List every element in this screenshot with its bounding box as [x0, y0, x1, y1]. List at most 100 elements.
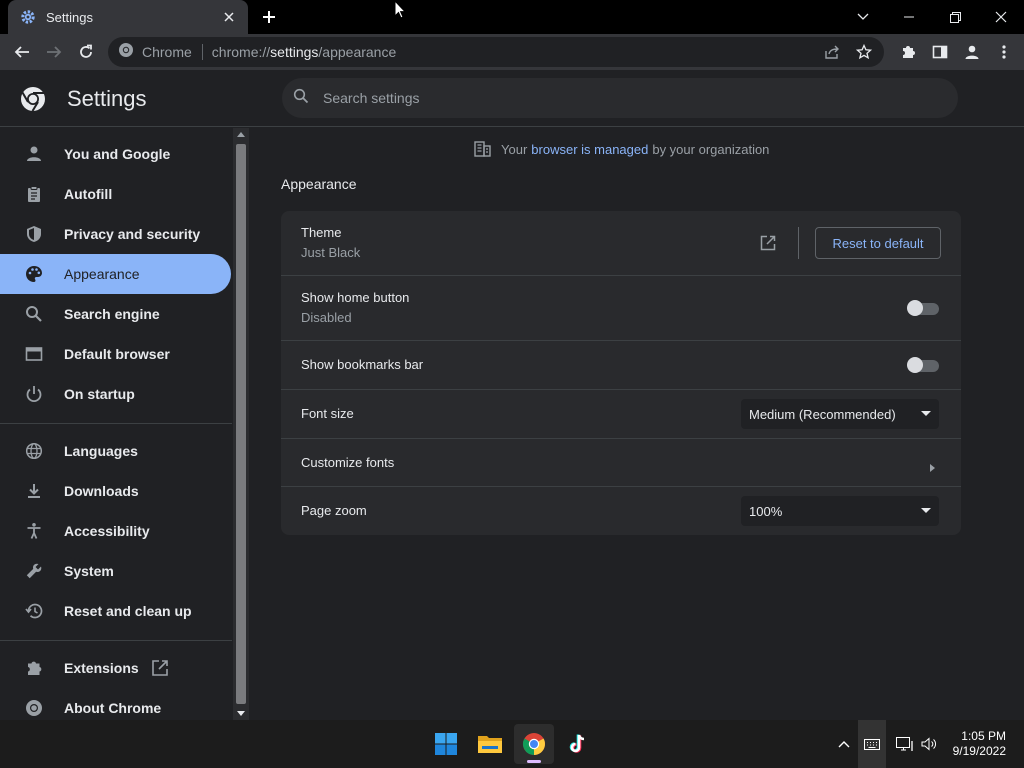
sidebar-item-downloads[interactable]: Downloads	[0, 471, 231, 511]
managed-link[interactable]: browser is managed	[531, 142, 648, 157]
section-title: Appearance	[281, 176, 357, 192]
accessibility-icon	[24, 521, 44, 541]
forward-button[interactable]	[38, 36, 70, 68]
font-size-select[interactable]: Medium (Recommended)	[741, 399, 939, 429]
tiktok-icon[interactable]	[558, 724, 598, 764]
chrome-icon	[24, 698, 44, 718]
url-text[interactable]: chrome://settings/appearance	[212, 44, 396, 60]
chevron-up-icon[interactable]	[834, 720, 854, 768]
back-button[interactable]	[6, 36, 38, 68]
system-clock[interactable]: 1:05 PM 9/19/2022	[953, 729, 1006, 759]
site-chip-label: Chrome	[142, 44, 192, 60]
page-title: Settings	[67, 86, 147, 111]
bookmarks-bar-row[interactable]: Show bookmarks bar	[281, 340, 961, 389]
windows-start-icon[interactable]	[426, 724, 466, 764]
power-icon	[24, 384, 44, 404]
wrench-icon	[24, 561, 44, 581]
gear-icon	[20, 9, 36, 25]
close-window-button[interactable]	[978, 0, 1024, 34]
customize-fonts-row[interactable]: Customize fonts	[281, 438, 961, 486]
volume-icon[interactable]	[918, 720, 940, 768]
keyboard-icon[interactable]	[858, 720, 886, 768]
sidebar-item-privacy-and-security[interactable]: Privacy and security	[0, 214, 231, 254]
minimize-button[interactable]	[886, 0, 932, 34]
profile-avatar-icon[interactable]	[956, 36, 988, 68]
history-icon	[24, 601, 44, 621]
clipboard-icon	[24, 184, 44, 204]
chevron-right-icon	[930, 459, 935, 477]
tab-search-button[interactable]	[840, 0, 886, 34]
page-zoom-row: Page zoom 100%	[281, 486, 961, 535]
extensions-puzzle-icon[interactable]	[892, 36, 924, 68]
search-icon	[24, 304, 44, 324]
home-button-label: Show home button	[301, 290, 410, 305]
search-settings-box[interactable]	[282, 78, 958, 118]
clock-date: 9/19/2022	[952, 744, 1006, 758]
tab-settings[interactable]: Settings	[8, 0, 248, 34]
settings-header: Settings	[0, 70, 1024, 127]
browser-toolbar: Chrome chrome://settings/appearance	[0, 34, 1024, 70]
more-menu-icon[interactable]	[988, 36, 1020, 68]
reload-button[interactable]	[70, 36, 102, 68]
sidebar-item-reset-and-clean-up[interactable]: Reset and clean up	[0, 591, 231, 631]
page-zoom-select[interactable]: 100%	[741, 496, 939, 526]
sidebar-item-autofill[interactable]: Autofill	[0, 174, 231, 214]
side-panel-icon[interactable]	[924, 36, 956, 68]
sidebar-item-default-browser[interactable]: Default browser	[0, 334, 231, 374]
theme-row[interactable]: Theme Just Black Reset to default	[281, 211, 961, 275]
dropdown-arrow-icon	[921, 508, 931, 513]
address-bar[interactable]: Chrome chrome://settings/appearance	[108, 37, 884, 67]
theme-label: Theme	[301, 225, 342, 240]
bookmark-star-icon[interactable]	[848, 37, 880, 67]
reset-to-default-button[interactable]: Reset to default	[815, 227, 941, 259]
bookmarks-bar-toggle[interactable]	[907, 357, 939, 373]
sidebar: You and Google Autofill Privacy and secu…	[0, 128, 232, 720]
sidebar-item-you-and-google[interactable]: You and Google	[0, 134, 231, 174]
tab-title: Settings	[46, 9, 93, 25]
open-in-new-icon[interactable]	[760, 235, 776, 256]
scrollbar-thumb[interactable]	[236, 144, 246, 704]
sidebar-scrollbar[interactable]	[233, 128, 249, 720]
sidebar-item-system[interactable]: System	[0, 551, 231, 591]
home-button-row[interactable]: Show home button Disabled	[281, 275, 961, 340]
person-icon	[24, 144, 44, 164]
building-icon	[474, 141, 491, 157]
download-icon	[24, 481, 44, 501]
home-button-status: Disabled	[301, 310, 352, 325]
search-input[interactable]	[323, 90, 923, 106]
appearance-card: Theme Just Black Reset to default Show h…	[281, 211, 961, 535]
network-icon[interactable]	[892, 720, 916, 768]
windows-taskbar: 1:05 PM 9/19/2022	[0, 720, 1024, 768]
customize-fonts-label: Customize fonts	[301, 455, 395, 470]
managed-notice: Your browser is managed by your organiza…	[474, 140, 769, 158]
palette-icon	[24, 264, 44, 284]
new-tab-button[interactable]	[258, 6, 280, 28]
sidebar-item-languages[interactable]: Languages	[0, 431, 231, 471]
sidebar-item-accessibility[interactable]: Accessibility	[0, 511, 231, 551]
theme-value: Just Black	[301, 245, 361, 260]
share-icon[interactable]	[816, 37, 848, 67]
sidebar-item-on-startup[interactable]: On startup	[0, 374, 231, 414]
chrome-icon	[118, 42, 134, 63]
font-size-label: Font size	[301, 406, 354, 421]
close-tab-icon[interactable]	[220, 8, 238, 26]
sidebar-item-appearance[interactable]: Appearance	[0, 254, 231, 294]
dropdown-arrow-icon	[921, 411, 931, 416]
restore-button[interactable]	[932, 0, 978, 34]
search-icon	[293, 88, 309, 109]
mouse-cursor-icon	[394, 0, 407, 24]
chrome-icon[interactable]	[514, 724, 554, 764]
page-zoom-label: Page zoom	[301, 503, 367, 518]
clock-time: 1:05 PM	[961, 729, 1006, 743]
sidebar-item-extensions[interactable]: Extensions	[0, 648, 231, 688]
sidebar-item-search-engine[interactable]: Search engine	[0, 294, 231, 334]
shield-icon	[24, 224, 44, 244]
browser-window-icon	[24, 344, 44, 364]
tab-strip: Settings	[0, 0, 1024, 34]
home-button-toggle[interactable]	[907, 300, 939, 316]
font-size-row: Font size Medium (Recommended)	[281, 389, 961, 438]
chrome-logo-icon	[20, 86, 46, 112]
puzzle-icon	[24, 658, 44, 678]
file-explorer-icon[interactable]	[470, 724, 510, 764]
open-in-new-icon	[151, 659, 169, 677]
